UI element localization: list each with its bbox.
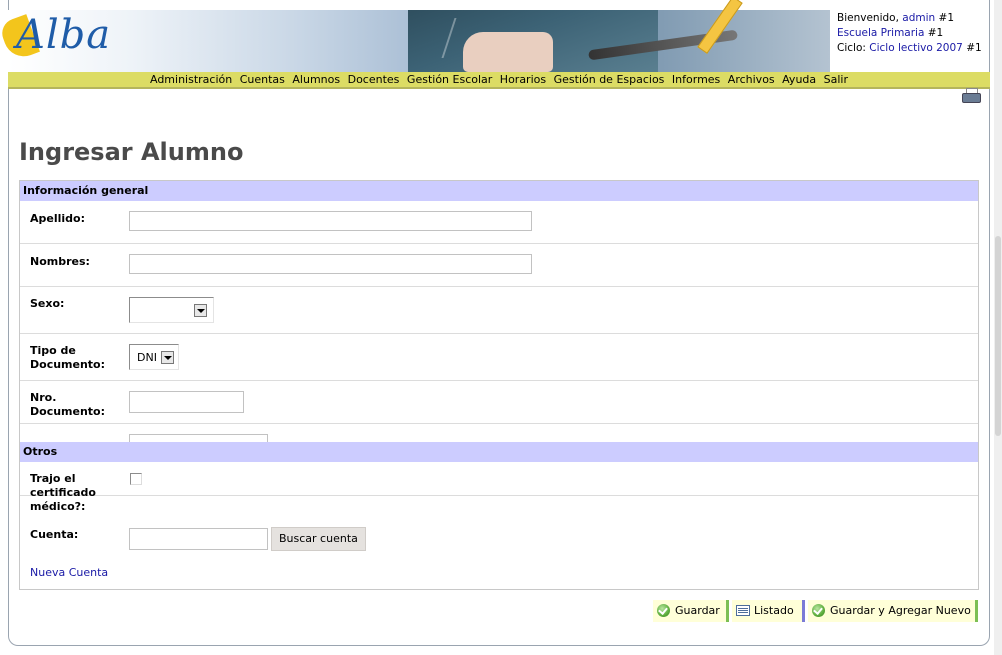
- nro-doc-input[interactable]: [129, 391, 244, 413]
- sexo-select[interactable]: [129, 297, 214, 323]
- list-icon: [736, 605, 750, 616]
- pencil-icon: [697, 0, 743, 56]
- nro-doc-label: Nro. Documento:: [30, 391, 106, 418]
- vertical-scrollbar[interactable]: [994, 0, 1002, 655]
- menu-item-informes[interactable]: Informes: [672, 73, 720, 86]
- apellido-input[interactable]: [129, 211, 532, 231]
- apellido-label: Apellido:: [30, 212, 85, 225]
- row-sexo: Sexo:: [20, 287, 978, 334]
- menu-item-docentes[interactable]: Docentes: [348, 73, 400, 86]
- cuenta-label: Cuenta:: [30, 528, 79, 541]
- chevron-down-icon: [161, 351, 174, 364]
- sexo-label: Sexo:: [30, 297, 65, 310]
- menu-item-ayuda[interactable]: Ayuda: [782, 73, 816, 86]
- row-apellido: Apellido:: [20, 201, 978, 244]
- page-title: Ingresar Alumno: [19, 138, 244, 166]
- menu-item-administracion[interactable]: Administración: [150, 73, 232, 86]
- banner-hand-image: [463, 32, 553, 72]
- student-form: Información general Apellido: Nombres: S…: [19, 180, 979, 590]
- logo-wordmark: Alba: [16, 12, 112, 58]
- row-tipo-documento: Tipo de Documento: DNI: [20, 334, 978, 381]
- row-clipped: [20, 424, 978, 454]
- nombres-input[interactable]: [129, 254, 532, 274]
- menu-item-cuentas[interactable]: Cuentas: [240, 73, 285, 86]
- listado-button[interactable]: Listado: [732, 600, 802, 622]
- guardar-agregar-button[interactable]: Guardar y Agregar Nuevo: [808, 600, 975, 622]
- nueva-cuenta-link[interactable]: Nueva Cuenta: [30, 566, 108, 579]
- user-info: Bienvenido, admin #1 Escuela Primaria #1…: [837, 11, 987, 56]
- user-link[interactable]: admin: [902, 12, 935, 24]
- cycle-line: Ciclo: Ciclo lectivo 2007 #1: [837, 41, 987, 56]
- tipo-doc-select[interactable]: DNI: [129, 344, 179, 370]
- alba-logo[interactable]: Alba: [0, 0, 114, 70]
- row-certificado: Trajo el certificado médico?:: [20, 462, 978, 513]
- school-line: Escuela Primaria #1: [837, 26, 987, 41]
- menu-item-gestion-espacios[interactable]: Gestión de Espacios: [554, 73, 665, 86]
- print-icon[interactable]: [962, 88, 981, 104]
- guardar-label: Guardar: [675, 604, 720, 617]
- tipo-doc-select-value: DNI: [137, 351, 157, 364]
- menu-item-alumnos[interactable]: Alumnos: [292, 73, 340, 86]
- section-otros-header: Otros: [20, 442, 978, 462]
- welcome-prefix: Bienvenido,: [837, 12, 899, 24]
- listado-label: Listado: [754, 604, 794, 617]
- menu-item-horarios[interactable]: Horarios: [500, 73, 546, 86]
- main-menu: Administración Cuentas Alumnos Docentes …: [8, 72, 990, 89]
- welcome-line: Bienvenido, admin #1: [837, 11, 987, 26]
- school-link[interactable]: Escuela Primaria: [837, 27, 924, 39]
- tipo-doc-label: Tipo de Documento:: [30, 344, 106, 371]
- school-suffix: #1: [927, 27, 944, 39]
- guardar-agregar-label: Guardar y Agregar Nuevo: [830, 604, 971, 617]
- menu-item-salir[interactable]: Salir: [824, 73, 848, 86]
- check-icon: [657, 604, 670, 617]
- menu-item-archivos[interactable]: Archivos: [728, 73, 775, 86]
- section-general-header: Información general: [20, 181, 978, 201]
- cuenta-input[interactable]: [129, 528, 268, 550]
- action-separator: [975, 600, 978, 622]
- buscar-cuenta-button[interactable]: Buscar cuenta: [271, 527, 366, 551]
- row-nro-documento: Nro. Documento:: [20, 381, 978, 424]
- cycle-suffix: #1: [966, 42, 982, 54]
- user-suffix: #1: [938, 12, 954, 24]
- chevron-down-icon: [194, 304, 207, 317]
- cycle-link[interactable]: Ciclo lectivo 2007: [869, 42, 963, 54]
- cycle-prefix: Ciclo:: [837, 42, 866, 54]
- menu-item-gestion-escolar[interactable]: Gestión Escolar: [407, 73, 492, 86]
- action-separator: [726, 600, 729, 622]
- row-nombres: Nombres:: [20, 244, 978, 287]
- nombres-label: Nombres:: [30, 255, 90, 268]
- action-separator: [802, 600, 805, 622]
- row-cuenta: Cuenta: Buscar cuenta Nueva Cuenta: [20, 496, 978, 589]
- scrollbar-thumb[interactable]: [995, 236, 1001, 436]
- certificado-checkbox[interactable]: [130, 473, 142, 485]
- check-icon: [812, 604, 825, 617]
- guardar-button[interactable]: Guardar: [653, 600, 726, 622]
